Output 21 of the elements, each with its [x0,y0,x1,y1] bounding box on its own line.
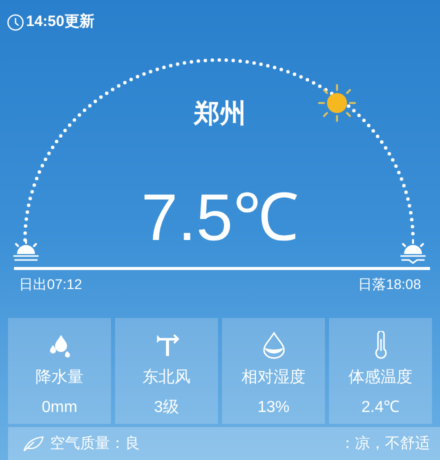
sunrise-icon [13,239,39,261]
sun-icon [318,84,356,122]
air-quality: 空气质量：良 [50,434,140,454]
sunrise-time: 日出07:12 [19,275,82,293]
card-label: 相对湿度 [242,368,306,388]
water-drop-icon [260,331,286,359]
update-time: 14:50更新 [26,12,94,32]
card-value: 3级 [154,398,179,418]
card-label: 降水量 [36,368,84,388]
sunset-time: 日落18:08 [358,275,421,293]
card-label: 体感温度 [348,368,412,388]
card-value: 0mm [42,398,78,418]
comfort-text: ：凉，不舒适 [340,434,430,454]
card-value: 2.4℃ [361,398,400,418]
leaf-icon [22,436,44,452]
city-name: 郑州 [194,97,246,130]
clock-icon [7,14,24,30]
sunset-icon [400,239,426,264]
card-label: 东北风 [142,368,190,388]
temperature: 7.5℃ [141,179,299,256]
card-value: 13% [257,398,290,418]
